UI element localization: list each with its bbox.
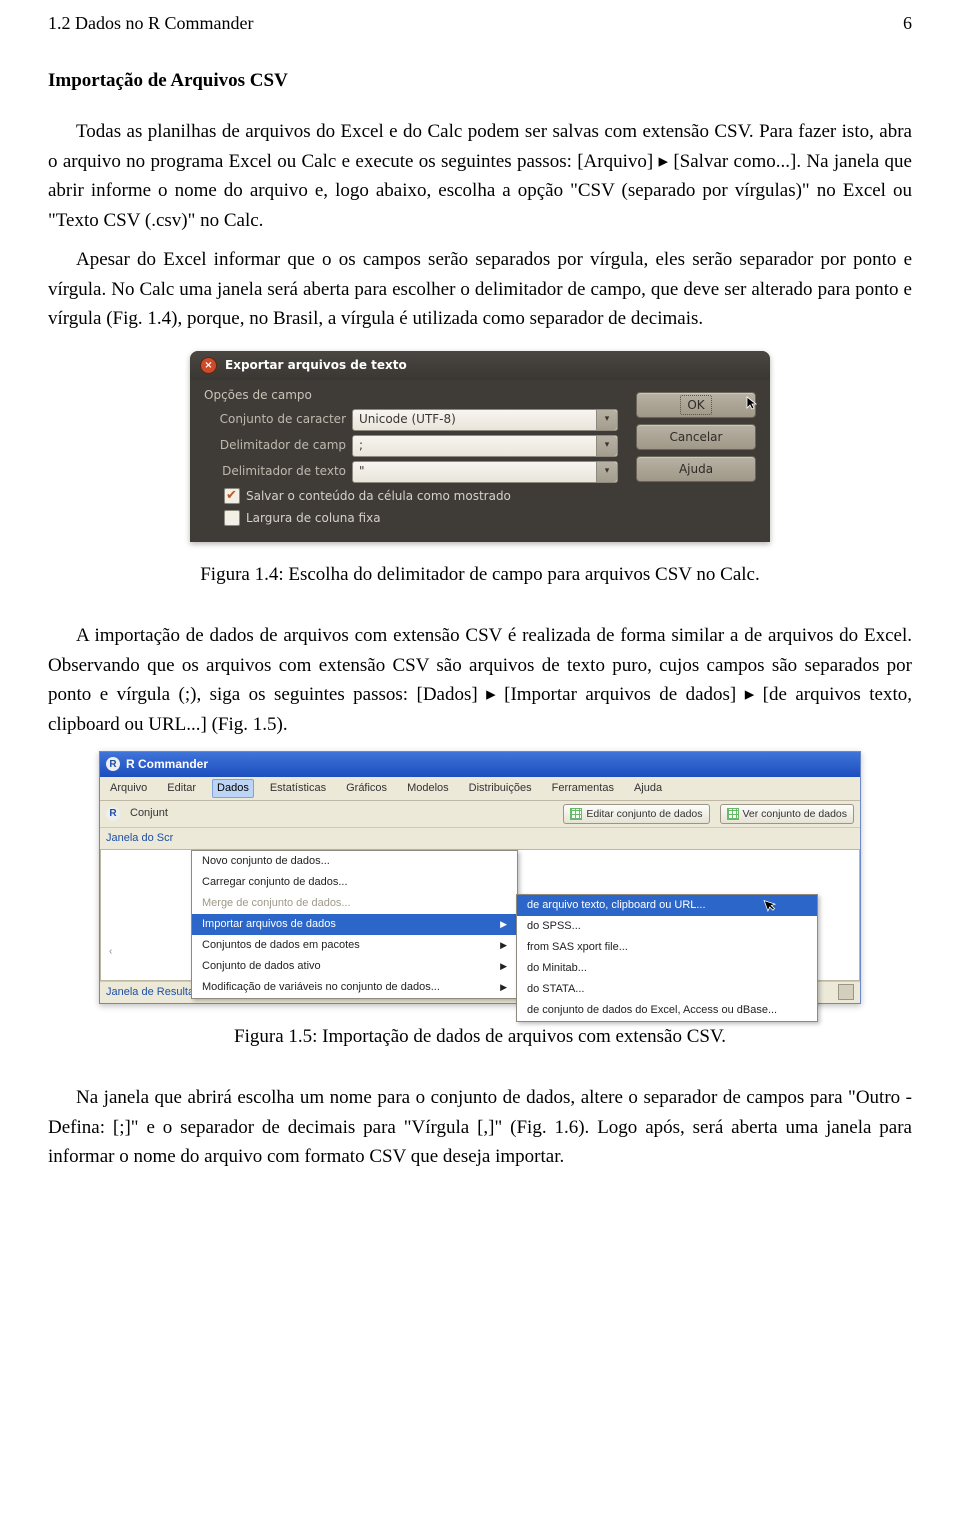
paragraph-1: Todas as planilhas de arquivos do Excel …: [48, 117, 912, 235]
paragraph-4: Na janela que abrirá escolha um nome par…: [48, 1083, 912, 1171]
menu-dados[interactable]: Dados: [212, 779, 254, 798]
menu-distribuicoes[interactable]: Distribuições: [465, 779, 536, 798]
menu-from-stata[interactable]: do STATA...: [517, 979, 817, 1000]
dialog-title-text: Exportar arquivos de texto: [225, 356, 407, 375]
menu-editar[interactable]: Editar: [163, 779, 200, 798]
help-button[interactable]: Ajuda: [636, 456, 756, 482]
scrollbar-icon[interactable]: [838, 984, 854, 1000]
menu-ferramentas[interactable]: Ferramentas: [548, 779, 618, 798]
submenu-arrow-icon: ▶: [500, 960, 507, 974]
cancel-button-label: Cancelar: [670, 428, 723, 447]
cursor-icon: [745, 395, 761, 411]
view-dataset-button[interactable]: Ver conjunto de dados: [720, 804, 855, 824]
menu-modelos[interactable]: Modelos: [403, 779, 453, 798]
paragraph-2: Apesar do Excel informar que o os campos…: [48, 245, 912, 333]
menu-new-dataset[interactable]: Novo conjunto de dados...: [192, 851, 517, 872]
fixed-width-checkbox[interactable]: [224, 510, 240, 526]
menu-from-minitab[interactable]: do Minitab...: [517, 958, 817, 979]
menu-active-dataset[interactable]: Conjunto de dados ativo▶: [192, 956, 517, 977]
save-content-checkbox[interactable]: [224, 488, 240, 504]
help-button-label: Ajuda: [679, 460, 713, 479]
window-title-text: R Commander: [126, 755, 208, 774]
script-window-label: Janela do Scr: [100, 828, 860, 849]
window-titlebar: R R Commander: [100, 752, 860, 777]
charset-label: Conjunto de caracter: [204, 410, 346, 429]
menu-merge-dataset: Merge de conjunto de dados...: [192, 893, 517, 914]
import-submenu: de arquivo texto, clipboard ou URL... do…: [516, 894, 818, 1022]
menu-estatisticas[interactable]: Estatísticas: [266, 779, 330, 798]
menu-from-text-url[interactable]: de arquivo texto, clipboard ou URL...: [517, 895, 817, 916]
fieldset-label: Opções de campo: [204, 386, 618, 405]
chevron-down-icon[interactable]: ▾: [596, 410, 617, 430]
menu-package-datasets[interactable]: Conjuntos de dados em pacotes▶: [192, 935, 517, 956]
menu-load-dataset[interactable]: Carregar conjunto de dados...: [192, 872, 517, 893]
grid-icon: [727, 808, 739, 820]
charset-value: Unicode (UTF-8): [359, 410, 456, 429]
submenu-arrow-icon: ▶: [500, 981, 507, 995]
menubar: Arquivo Editar Dados Estatísticas Gráfic…: [100, 777, 860, 801]
dados-dropdown: Novo conjunto de dados... Carregar conju…: [191, 850, 518, 999]
paragraph-3: A importação de dados de arquivos com ex…: [48, 621, 912, 739]
page-number: 6: [903, 10, 912, 38]
menu-graficos[interactable]: Gráficos: [342, 779, 391, 798]
scroll-arrow-icon[interactable]: ‹: [103, 944, 118, 960]
rcommander-window: R R Commander Arquivo Editar Dados Estat…: [99, 751, 861, 1004]
figure-caption-2: Figura 1.5: Importação de dados de arqui…: [48, 1022, 912, 1051]
dialog-titlebar: × Exportar arquivos de texto: [190, 351, 770, 380]
menu-modify-vars[interactable]: Modificação de variáveis no conjunto de …: [192, 977, 517, 998]
menu-from-sas[interactable]: from SAS xport file...: [517, 937, 817, 958]
close-icon[interactable]: ×: [200, 357, 217, 374]
edit-dataset-label: Editar conjunto de dados: [586, 806, 702, 822]
field-delim-value: ;: [359, 436, 363, 455]
charset-combo[interactable]: Unicode (UTF-8) ▾: [352, 409, 618, 431]
text-delim-label: Delimitador de texto: [204, 462, 346, 481]
text-delim-value: ": [359, 462, 365, 481]
text-delim-combo[interactable]: " ▾: [352, 461, 618, 483]
page-header: 1.2 Dados no R Commander 6: [48, 0, 912, 38]
header-left: 1.2 Dados no R Commander: [48, 10, 253, 38]
field-delim-combo[interactable]: ; ▾: [352, 435, 618, 457]
fixed-width-label: Largura de coluna fixa: [246, 509, 381, 528]
submenu-arrow-icon: ▶: [500, 918, 507, 932]
chevron-down-icon[interactable]: ▾: [596, 436, 617, 456]
menu-from-excel-access[interactable]: de conjunto de dados do Excel, Access ou…: [517, 1000, 817, 1021]
edit-dataset-button[interactable]: Editar conjunto de dados: [563, 804, 709, 824]
cancel-button[interactable]: Cancelar: [636, 424, 756, 450]
menu-import-datasets[interactable]: Importar arquivos de dados▶: [192, 914, 517, 935]
r-logo-icon: R: [106, 807, 120, 821]
figure-caption-1: Figura 1.4: Escolha do delimitador de ca…: [48, 560, 912, 589]
menu-ajuda[interactable]: Ajuda: [630, 779, 666, 798]
menu-arquivo[interactable]: Arquivo: [106, 779, 151, 798]
toolbar: R Conjunt Editar conjunto de dados Ver c…: [100, 801, 860, 828]
section-title: Importação de Arquivos CSV: [48, 66, 912, 95]
ok-button-label: OK: [680, 395, 711, 416]
grid-icon: [570, 808, 582, 820]
r-logo-icon: R: [106, 757, 120, 771]
chevron-down-icon[interactable]: ▾: [596, 462, 617, 482]
save-content-label: Salvar o conteúdo da célula como mostrad…: [246, 487, 511, 506]
submenu-arrow-icon: ▶: [500, 939, 507, 953]
dataset-label: Conjunt: [130, 805, 168, 822]
script-area: ‹ Novo conjunto de dados... Carregar con…: [100, 849, 860, 981]
export-dialog: × Exportar arquivos de texto Opções de c…: [190, 351, 770, 541]
view-dataset-label: Ver conjunto de dados: [743, 806, 848, 822]
ok-button[interactable]: OK: [636, 392, 756, 418]
field-delim-label: Delimitador de camp: [204, 436, 346, 455]
